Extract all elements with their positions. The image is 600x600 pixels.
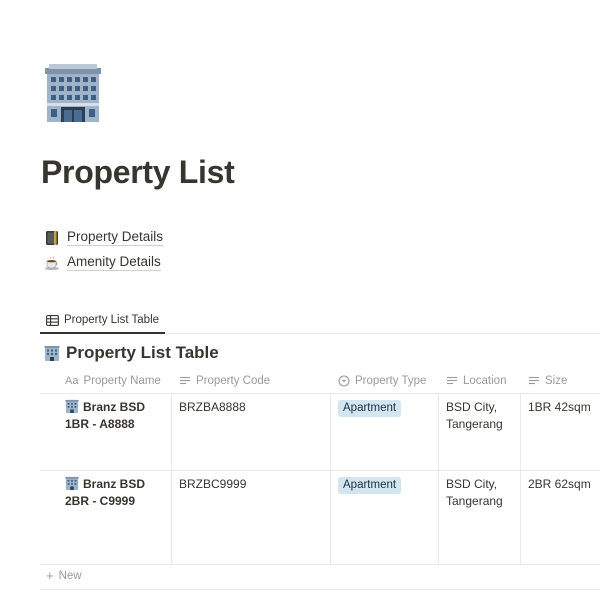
link-label: Amenity Details xyxy=(67,254,161,271)
text-lines-icon xyxy=(447,376,457,384)
database-title-text: Property List Table xyxy=(66,343,219,362)
office-building-icon xyxy=(65,476,79,490)
property-type-tag: Apartment xyxy=(338,477,402,494)
active-tab-indicator xyxy=(40,332,166,334)
cell-location[interactable]: BSD City, Tangerang xyxy=(438,393,520,470)
new-row-button[interactable]: + New xyxy=(46,568,82,583)
cell-property-name[interactable]: Branz BSD 1BR - A8888 xyxy=(58,393,172,470)
cell-size[interactable]: 2BR 62sqm xyxy=(520,470,600,564)
tab-label: Property List Table xyxy=(64,314,160,326)
link-amenity-details[interactable]: Amenity Details xyxy=(44,254,161,271)
office-building-icon xyxy=(65,399,79,413)
column-header-location[interactable]: Location xyxy=(446,368,506,393)
column-header-property-type[interactable]: Property Type xyxy=(338,368,426,393)
cell-property-code[interactable]: BRZBC9999 xyxy=(171,470,330,564)
page-title[interactable]: Property List xyxy=(41,154,235,191)
plus-icon: + xyxy=(46,568,54,583)
cell-property-code[interactable]: BRZBA8888 xyxy=(171,393,330,470)
table-header: Aa Property Name Property Code Property … xyxy=(40,368,600,394)
table-row[interactable]: Branz BSD 2BR - C9999 BRZBC9999 Apartmen… xyxy=(40,470,600,565)
database-title[interactable]: Property List Table xyxy=(44,343,219,363)
text-lines-icon xyxy=(529,376,539,384)
select-circle-icon xyxy=(338,374,350,387)
column-header-property-code[interactable]: Property Code xyxy=(179,368,270,393)
office-building-icon xyxy=(44,346,60,361)
office-building-icon[interactable] xyxy=(43,64,104,124)
table-row[interactable]: Branz BSD 1BR - A8888 BRZBA8888 Apartmen… xyxy=(40,393,600,471)
link-property-details[interactable]: Property Details xyxy=(44,229,164,246)
text-lines-icon xyxy=(180,376,190,384)
column-header-property-name[interactable]: Aa Property Name xyxy=(65,368,161,393)
coffee-icon xyxy=(45,255,59,270)
ledger-icon xyxy=(46,230,58,245)
column-header-size[interactable]: Size xyxy=(528,368,567,393)
cell-property-name[interactable]: Branz BSD 2BR - C9999 xyxy=(58,470,172,564)
cell-property-type[interactable]: Apartment xyxy=(330,470,438,564)
cell-location[interactable]: BSD City, Tangerang xyxy=(438,470,520,564)
property-type-tag: Apartment xyxy=(338,400,402,417)
cell-size[interactable]: 1BR 42sqm xyxy=(520,393,600,470)
view-tabs: Property List Table xyxy=(40,307,600,334)
table-bottom-divider xyxy=(40,589,600,590)
tab-property-list-table[interactable]: Property List Table xyxy=(40,307,166,334)
cell-property-type[interactable]: Apartment xyxy=(330,393,438,470)
table-icon xyxy=(46,314,59,326)
text-aa-icon: Aa xyxy=(65,374,79,387)
link-label: Property Details xyxy=(67,229,164,246)
